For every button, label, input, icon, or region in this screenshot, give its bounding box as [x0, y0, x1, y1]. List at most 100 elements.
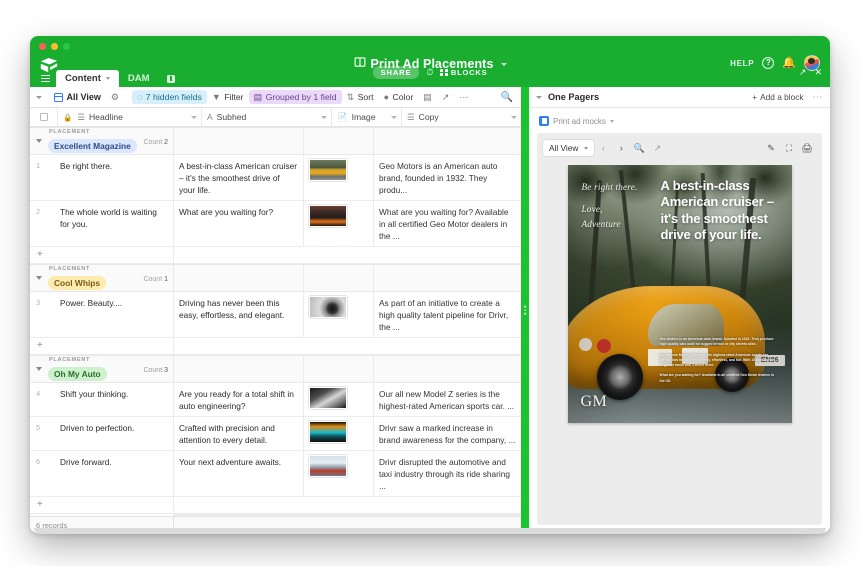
help-label[interactable]: HELP	[730, 59, 754, 68]
cell-image[interactable]	[304, 155, 374, 201]
breadcrumb-label[interactable]: Print ad mocks	[553, 117, 606, 126]
cell-headline[interactable]: Power. Beauty....	[58, 292, 174, 338]
current-view-button[interactable]: All View	[49, 90, 106, 104]
view-sidebar-toggle-icon[interactable]	[36, 95, 42, 99]
group-header[interactable]: PLACEMENT Oh My Auto Count 3	[30, 355, 521, 384]
cell-headline[interactable]: The whole world is waiting for you.	[58, 201, 174, 247]
tab-chevron-down-icon[interactable]	[105, 77, 110, 80]
column-header-headline[interactable]: 🔒 ☰ Headline	[58, 108, 202, 126]
print-ad-mock[interactable]: EN86 Be right there. Love, Adventure A b…	[567, 165, 792, 423]
car-dashboard-thumbnail[interactable]	[309, 421, 347, 444]
printer-icon[interactable]: 🖨	[798, 140, 816, 156]
pane-splitter[interactable]	[521, 87, 529, 533]
column-header-image[interactable]: 📄 Image	[332, 108, 402, 126]
add-row[interactable]: +	[30, 338, 521, 356]
table-row[interactable]: 6 Drive forward. Your next adventure awa…	[30, 451, 521, 498]
toolbar-more-button[interactable]: ⋯	[454, 91, 473, 104]
group-collapse-icon[interactable]	[36, 276, 42, 281]
frame-icon[interactable]: ⛶	[780, 140, 798, 156]
group-collapse-icon[interactable]	[36, 367, 42, 372]
cell-subhed[interactable]: A best-in-class American cruiser – it's …	[174, 155, 304, 201]
cell-headline[interactable]: Drive forward.	[58, 451, 174, 497]
column-header-subhed[interactable]: A Subhed	[202, 108, 332, 126]
lounge-interior-thumbnail[interactable]	[309, 455, 347, 478]
orange-car-storefront-thumbnail[interactable]	[309, 205, 347, 228]
cell-copy[interactable]: What are you waiting for? Available in a…	[374, 201, 521, 246]
table-row[interactable]: 4 Shift your thinking. Are you ready for…	[30, 383, 521, 418]
filter-button[interactable]: ▼ Filter	[207, 90, 249, 104]
hidden-fields-button[interactable]: ◌ 7 hidden fields	[131, 90, 207, 104]
preview-view-select[interactable]: All View	[543, 140, 595, 156]
cell-headline[interactable]: Driven to perfection.	[58, 417, 174, 451]
select-all-checkbox[interactable]	[39, 113, 48, 121]
cell-copy[interactable]: Drivr disrupted the automotive and taxi …	[374, 451, 521, 496]
cell-image[interactable]	[304, 292, 374, 338]
chevron-down-icon[interactable]	[609, 119, 614, 123]
table-row[interactable]: 1 Be right there. A best-in-class Americ…	[30, 155, 521, 202]
add-row[interactable]: +	[30, 497, 521, 515]
cell-copy[interactable]: As part of an initiative to create a hig…	[374, 292, 521, 337]
column-header-copy[interactable]: ☰ Copy	[402, 108, 521, 126]
chevron-left-icon[interactable]: ‹	[594, 140, 612, 156]
cell-image[interactable]	[304, 417, 374, 451]
expand-diagonal-icon[interactable]: ↗	[648, 140, 666, 156]
group-header[interactable]: PLACEMENT Excellent Magazine Count 2	[30, 127, 521, 155]
group-collapse-icon[interactable]	[36, 139, 42, 143]
chevron-down-icon[interactable]	[536, 95, 542, 99]
cell-image[interactable]	[304, 201, 374, 247]
bell-icon[interactable]: 🔔	[782, 57, 796, 69]
cell-subhed[interactable]: Your next adventure awaits.	[174, 451, 304, 497]
column-chevron-down-icon[interactable]	[191, 115, 197, 119]
column-chevron-down-icon[interactable]	[321, 115, 327, 119]
table-row[interactable]: 2 The whole world is waiting for you. Wh…	[30, 201, 521, 248]
search-icon[interactable]: 🔍	[630, 140, 648, 156]
block-more-icon[interactable]: ⋯	[813, 92, 824, 103]
splitter-grip-icon[interactable]	[524, 305, 526, 315]
cell-image[interactable]	[304, 451, 374, 497]
cell-subhed[interactable]: Are you ready for a total shift in auto …	[174, 383, 304, 417]
table-row[interactable]: 3 Power. Beauty.... Driving has never be…	[30, 292, 521, 339]
collaborators-button[interactable]: ⚙	[106, 91, 124, 104]
plus-icon[interactable]: +	[30, 247, 174, 264]
column-chevron-down-icon[interactable]	[391, 115, 397, 119]
title-chevron-down-icon[interactable]	[500, 63, 507, 66]
plus-icon[interactable]: +	[30, 338, 174, 355]
add-row[interactable]: +	[30, 247, 521, 265]
pencil-icon[interactable]: ✎	[762, 140, 780, 156]
cell-copy[interactable]: Geo Motors is an American auto brand, fo…	[374, 155, 521, 200]
table-row[interactable]: 5 Driven to perfection. Crafted with pre…	[30, 417, 521, 452]
column-chevron-down-icon[interactable]	[511, 115, 517, 119]
question-circle-icon[interactable]: ?	[762, 57, 775, 69]
row-height-button[interactable]: ▤	[418, 91, 437, 104]
add-block-button[interactable]: + Add a block	[752, 92, 803, 102]
gearshift-bw-thumbnail[interactable]	[309, 387, 347, 410]
select-all-cell[interactable]	[30, 108, 58, 126]
white-car-wheel-thumbnail[interactable]	[309, 296, 347, 319]
tab-dam[interactable]: DAM	[119, 70, 159, 87]
cell-headline[interactable]: Shift your thinking.	[58, 383, 174, 417]
minimize-window-button[interactable]	[51, 43, 58, 50]
cell-headline[interactable]: Be right there.	[58, 155, 174, 201]
chevron-right-icon[interactable]: ›	[612, 140, 630, 156]
cell-copy[interactable]: Drivr saw a marked increase in brand awa…	[374, 417, 521, 450]
cell-image[interactable]	[304, 383, 374, 417]
window-traffic-lights[interactable]	[39, 43, 70, 50]
sort-button[interactable]: ⇅ Sort	[342, 90, 379, 104]
close-window-button[interactable]	[39, 43, 46, 50]
cell-subhed[interactable]: Driving has never been this easy, effort…	[174, 292, 304, 338]
breadcrumb[interactable]: Print ad mocks	[537, 115, 822, 133]
search-icon[interactable]: 🔍	[501, 92, 517, 103]
color-button[interactable]: ● Color	[379, 90, 419, 104]
group-button[interactable]: ▤ Grouped by 1 field	[248, 90, 342, 104]
cell-subhed[interactable]: Crafted with precision and attention to …	[174, 417, 304, 451]
hamburger-icon[interactable]	[37, 70, 53, 87]
group-header[interactable]: PLACEMENT Cool Whips Count 1	[30, 264, 521, 293]
add-tab-icon[interactable]	[164, 70, 178, 87]
maximize-window-button[interactable]	[63, 43, 70, 50]
cell-subhed[interactable]: What are you waiting for?	[174, 201, 304, 247]
share-view-button[interactable]: ↗	[437, 91, 455, 104]
yellow-sports-car-thumbnail[interactable]	[309, 159, 347, 181]
tab-content[interactable]: Content	[56, 70, 119, 87]
plus-icon[interactable]: +	[30, 497, 174, 514]
cell-copy[interactable]: Our all new Model Z series is the highes…	[374, 383, 521, 416]
